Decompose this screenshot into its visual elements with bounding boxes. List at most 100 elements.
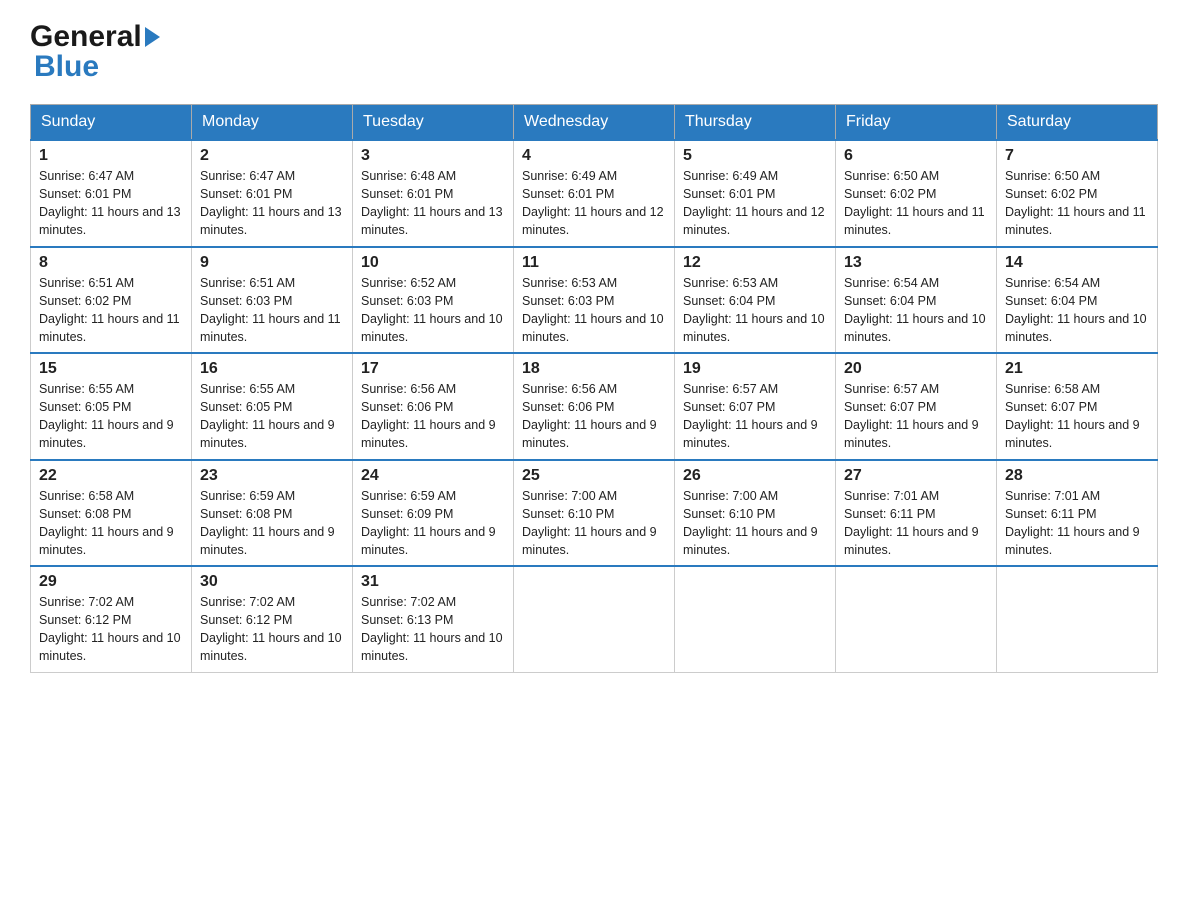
calendar-cell: 4 Sunrise: 6:49 AMSunset: 6:01 PMDayligh…	[514, 140, 675, 247]
weekday-header-row: SundayMondayTuesdayWednesdayThursdayFrid…	[31, 105, 1158, 141]
day-info: Sunrise: 6:58 AMSunset: 6:07 PMDaylight:…	[1005, 382, 1140, 450]
week-row-4: 22 Sunrise: 6:58 AMSunset: 6:08 PMDaylig…	[31, 460, 1158, 567]
day-number: 2	[200, 147, 344, 165]
day-info: Sunrise: 6:57 AMSunset: 6:07 PMDaylight:…	[844, 382, 979, 450]
day-info: Sunrise: 6:53 AMSunset: 6:04 PMDaylight:…	[683, 276, 825, 344]
day-info: Sunrise: 6:50 AMSunset: 6:02 PMDaylight:…	[1005, 169, 1146, 237]
logo-general-text: General	[30, 20, 142, 54]
day-info: Sunrise: 6:51 AMSunset: 6:02 PMDaylight:…	[39, 276, 180, 344]
day-number: 29	[39, 573, 183, 591]
day-info: Sunrise: 6:54 AMSunset: 6:04 PMDaylight:…	[1005, 276, 1147, 344]
day-number: 24	[361, 467, 505, 485]
day-number: 5	[683, 147, 827, 165]
weekday-header-thursday: Thursday	[675, 105, 836, 141]
calendar-cell: 21 Sunrise: 6:58 AMSunset: 6:07 PMDaylig…	[997, 353, 1158, 460]
calendar-cell: 27 Sunrise: 7:01 AMSunset: 6:11 PMDaylig…	[836, 460, 997, 567]
day-number: 3	[361, 147, 505, 165]
day-info: Sunrise: 7:02 AMSunset: 6:13 PMDaylight:…	[361, 595, 503, 663]
day-number: 6	[844, 147, 988, 165]
day-info: Sunrise: 6:59 AMSunset: 6:09 PMDaylight:…	[361, 489, 496, 557]
day-number: 10	[361, 254, 505, 272]
day-number: 4	[522, 147, 666, 165]
calendar-cell: 8 Sunrise: 6:51 AMSunset: 6:02 PMDayligh…	[31, 247, 192, 354]
day-number: 17	[361, 360, 505, 378]
calendar-cell	[997, 566, 1158, 672]
calendar-cell: 15 Sunrise: 6:55 AMSunset: 6:05 PMDaylig…	[31, 353, 192, 460]
calendar-cell: 10 Sunrise: 6:52 AMSunset: 6:03 PMDaylig…	[353, 247, 514, 354]
calendar-cell	[675, 566, 836, 672]
calendar-cell: 24 Sunrise: 6:59 AMSunset: 6:09 PMDaylig…	[353, 460, 514, 567]
calendar-cell: 28 Sunrise: 7:01 AMSunset: 6:11 PMDaylig…	[997, 460, 1158, 567]
day-number: 20	[844, 360, 988, 378]
day-info: Sunrise: 6:47 AMSunset: 6:01 PMDaylight:…	[200, 169, 342, 237]
day-info: Sunrise: 6:54 AMSunset: 6:04 PMDaylight:…	[844, 276, 986, 344]
logo-blue-text: Blue	[34, 50, 99, 83]
calendar-cell: 20 Sunrise: 6:57 AMSunset: 6:07 PMDaylig…	[836, 353, 997, 460]
day-number: 25	[522, 467, 666, 485]
day-number: 9	[200, 254, 344, 272]
weekday-header-tuesday: Tuesday	[353, 105, 514, 141]
calendar-cell: 14 Sunrise: 6:54 AMSunset: 6:04 PMDaylig…	[997, 247, 1158, 354]
day-number: 30	[200, 573, 344, 591]
calendar-cell: 18 Sunrise: 6:56 AMSunset: 6:06 PMDaylig…	[514, 353, 675, 460]
calendar-cell: 13 Sunrise: 6:54 AMSunset: 6:04 PMDaylig…	[836, 247, 997, 354]
day-number: 18	[522, 360, 666, 378]
day-info: Sunrise: 6:50 AMSunset: 6:02 PMDaylight:…	[844, 169, 985, 237]
day-number: 1	[39, 147, 183, 165]
day-info: Sunrise: 6:59 AMSunset: 6:08 PMDaylight:…	[200, 489, 335, 557]
day-info: Sunrise: 7:00 AMSunset: 6:10 PMDaylight:…	[522, 489, 657, 557]
calendar-cell: 25 Sunrise: 7:00 AMSunset: 6:10 PMDaylig…	[514, 460, 675, 567]
calendar-cell: 29 Sunrise: 7:02 AMSunset: 6:12 PMDaylig…	[31, 566, 192, 672]
week-row-3: 15 Sunrise: 6:55 AMSunset: 6:05 PMDaylig…	[31, 353, 1158, 460]
day-number: 19	[683, 360, 827, 378]
day-info: Sunrise: 6:56 AMSunset: 6:06 PMDaylight:…	[361, 382, 496, 450]
day-number: 11	[522, 254, 666, 272]
calendar-cell: 31 Sunrise: 7:02 AMSunset: 6:13 PMDaylig…	[353, 566, 514, 672]
calendar-cell: 11 Sunrise: 6:53 AMSunset: 6:03 PMDaylig…	[514, 247, 675, 354]
calendar-cell: 22 Sunrise: 6:58 AMSunset: 6:08 PMDaylig…	[31, 460, 192, 567]
day-info: Sunrise: 7:02 AMSunset: 6:12 PMDaylight:…	[39, 595, 181, 663]
day-number: 22	[39, 467, 183, 485]
day-number: 12	[683, 254, 827, 272]
calendar-cell: 9 Sunrise: 6:51 AMSunset: 6:03 PMDayligh…	[192, 247, 353, 354]
calendar-cell: 6 Sunrise: 6:50 AMSunset: 6:02 PMDayligh…	[836, 140, 997, 247]
calendar-cell: 7 Sunrise: 6:50 AMSunset: 6:02 PMDayligh…	[997, 140, 1158, 247]
calendar-cell: 23 Sunrise: 6:59 AMSunset: 6:08 PMDaylig…	[192, 460, 353, 567]
calendar-cell: 3 Sunrise: 6:48 AMSunset: 6:01 PMDayligh…	[353, 140, 514, 247]
day-info: Sunrise: 7:00 AMSunset: 6:10 PMDaylight:…	[683, 489, 818, 557]
day-info: Sunrise: 6:47 AMSunset: 6:01 PMDaylight:…	[39, 169, 181, 237]
day-number: 8	[39, 254, 183, 272]
day-number: 16	[200, 360, 344, 378]
calendar-cell	[514, 566, 675, 672]
calendar-table: SundayMondayTuesdayWednesdayThursdayFrid…	[30, 104, 1158, 673]
day-info: Sunrise: 7:02 AMSunset: 6:12 PMDaylight:…	[200, 595, 342, 663]
day-info: Sunrise: 6:49 AMSunset: 6:01 PMDaylight:…	[522, 169, 664, 237]
day-number: 23	[200, 467, 344, 485]
logo: General Blue	[30, 20, 163, 84]
day-number: 27	[844, 467, 988, 485]
day-number: 31	[361, 573, 505, 591]
calendar-cell: 2 Sunrise: 6:47 AMSunset: 6:01 PMDayligh…	[192, 140, 353, 247]
day-info: Sunrise: 6:55 AMSunset: 6:05 PMDaylight:…	[39, 382, 174, 450]
page-header: General Blue	[30, 20, 1158, 84]
calendar-cell	[836, 566, 997, 672]
weekday-header-monday: Monday	[192, 105, 353, 141]
calendar-cell: 1 Sunrise: 6:47 AMSunset: 6:01 PMDayligh…	[31, 140, 192, 247]
day-info: Sunrise: 6:58 AMSunset: 6:08 PMDaylight:…	[39, 489, 174, 557]
calendar-cell: 30 Sunrise: 7:02 AMSunset: 6:12 PMDaylig…	[192, 566, 353, 672]
day-info: Sunrise: 6:53 AMSunset: 6:03 PMDaylight:…	[522, 276, 664, 344]
day-info: Sunrise: 7:01 AMSunset: 6:11 PMDaylight:…	[844, 489, 979, 557]
day-number: 26	[683, 467, 827, 485]
day-number: 7	[1005, 147, 1149, 165]
day-info: Sunrise: 6:48 AMSunset: 6:01 PMDaylight:…	[361, 169, 503, 237]
weekday-header-saturday: Saturday	[997, 105, 1158, 141]
week-row-5: 29 Sunrise: 7:02 AMSunset: 6:12 PMDaylig…	[31, 566, 1158, 672]
calendar-cell: 16 Sunrise: 6:55 AMSunset: 6:05 PMDaylig…	[192, 353, 353, 460]
day-info: Sunrise: 6:51 AMSunset: 6:03 PMDaylight:…	[200, 276, 341, 344]
weekday-header-friday: Friday	[836, 105, 997, 141]
day-info: Sunrise: 7:01 AMSunset: 6:11 PMDaylight:…	[1005, 489, 1140, 557]
week-row-2: 8 Sunrise: 6:51 AMSunset: 6:02 PMDayligh…	[31, 247, 1158, 354]
calendar-cell: 26 Sunrise: 7:00 AMSunset: 6:10 PMDaylig…	[675, 460, 836, 567]
day-number: 15	[39, 360, 183, 378]
logo-arrow-icon	[145, 27, 160, 47]
